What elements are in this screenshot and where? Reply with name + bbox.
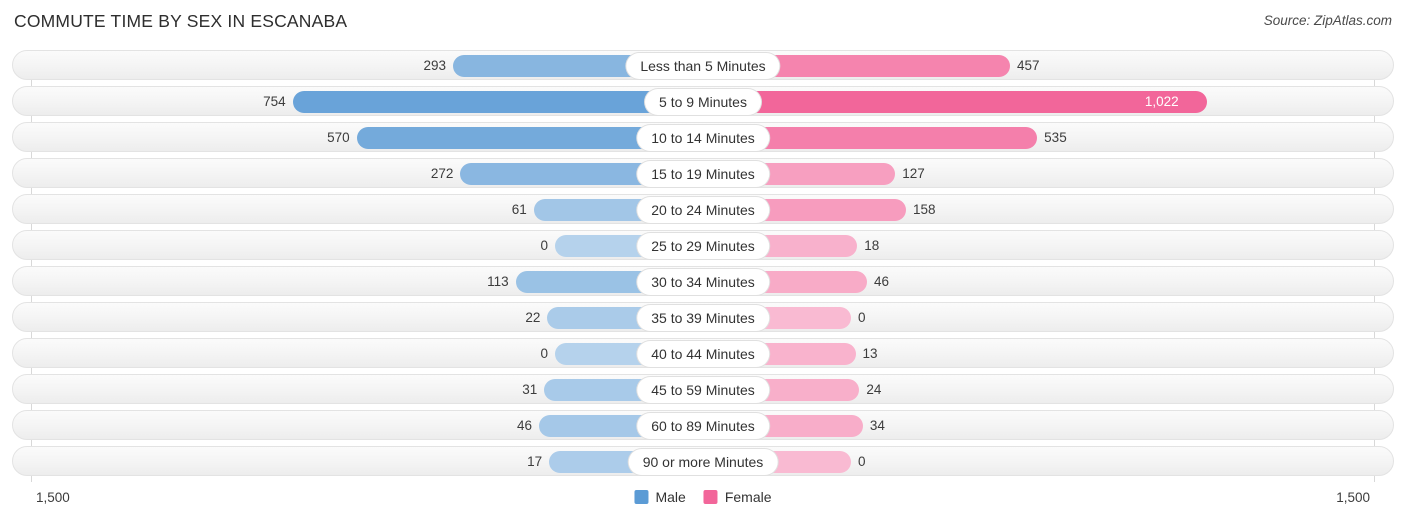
category-label: 30 to 34 Minutes (637, 269, 769, 295)
bar-value-male: 570 (327, 130, 350, 145)
chart-row[interactable]: 0 13 40 to 44 Minutes (12, 338, 1394, 368)
bar-value-female: 1,022 (1144, 94, 1179, 109)
bar-male[interactable] (292, 91, 703, 113)
category-label: 35 to 39 Minutes (637, 305, 769, 331)
bar-value-female: 535 (1044, 130, 1067, 145)
category-label: 60 to 89 Minutes (637, 413, 769, 439)
legend-item-female[interactable]: Female (703, 489, 772, 505)
legend-label-male: Male (655, 489, 686, 505)
chart-plot-area: 293 457 Less than 5 Minutes 754 1,022 5 to 9 … (0, 46, 1406, 486)
bar-value-male: 0 (540, 346, 548, 361)
bar-value-male: 754 (263, 94, 286, 109)
chart-row[interactable]: 61 158 20 to 24 Minutes (12, 194, 1394, 224)
bar-value-male: 17 (527, 454, 543, 469)
category-label: 40 to 44 Minutes (637, 341, 769, 367)
bar-value-female: 0 (858, 310, 866, 325)
bar-value-female: 18 (864, 238, 880, 253)
bar-value-female: 158 (912, 202, 936, 217)
bar-value-male: 0 (540, 238, 548, 253)
legend-label-female: Female (724, 489, 772, 505)
legend-swatch-female-icon (703, 490, 718, 504)
source-attribution: Source: ZipAtlas.com (1263, 13, 1392, 28)
chart-row[interactable]: 0 18 25 to 29 Minutes (12, 230, 1394, 260)
chart-row[interactable]: 46 34 60 to 89 Minutes (12, 410, 1394, 440)
bar-value-female: 0 (858, 454, 866, 469)
category-label: 5 to 9 Minutes (645, 89, 761, 115)
category-label: 15 to 19 Minutes (637, 161, 769, 187)
chart-footer: 1,500 Male Female 1,500 (0, 486, 1406, 523)
chart-header: COMMUTE TIME BY SEX IN ESCANABA Source: … (0, 0, 1406, 46)
category-label: 90 or more Minutes (628, 449, 778, 475)
bar-value-female: 24 (866, 382, 882, 397)
bar-value-female: 127 (902, 166, 925, 181)
chart-row[interactable]: 113 46 30 to 34 Minutes (12, 266, 1394, 296)
category-label: Less than 5 Minutes (626, 53, 780, 79)
bar-value-male: 272 (430, 166, 454, 181)
bar-value-male: 113 (487, 274, 509, 289)
bar-value-male: 31 (522, 382, 538, 397)
category-label: 25 to 29 Minutes (637, 233, 769, 259)
category-label: 20 to 24 Minutes (637, 197, 769, 223)
chart-row[interactable]: 31 24 45 to 59 Minutes (12, 374, 1394, 404)
bar-value-male: 22 (525, 310, 541, 325)
chart-row[interactable]: 293 457 Less than 5 Minutes (12, 50, 1394, 80)
page-title: COMMUTE TIME BY SEX IN ESCANABA (14, 11, 348, 31)
bar-value-female: 13 (862, 346, 878, 361)
bar-value-male: 61 (511, 202, 527, 217)
bar-value-male: 293 (423, 58, 447, 73)
category-label: 10 to 14 Minutes (637, 125, 769, 151)
bar-value-female: 46 (874, 274, 890, 289)
legend-swatch-male-icon (634, 490, 649, 504)
chart-row[interactable]: 22 0 35 to 39 Minutes (12, 302, 1394, 332)
chart-legend: Male Female (634, 489, 772, 505)
bar-value-male: 46 (516, 418, 532, 433)
chart-row[interactable]: 272 127 15 to 19 Minutes (12, 158, 1394, 188)
axis-label-right: 1,500 (1336, 490, 1370, 505)
axis-label-left: 1,500 (36, 490, 70, 505)
legend-item-male[interactable]: Male (634, 489, 686, 505)
chart-row[interactable]: 17 0 90 or more Minutes (12, 446, 1394, 476)
chart-row[interactable]: 754 1,022 5 to 9 Minutes (12, 86, 1394, 116)
chart-row[interactable]: 570 535 10 to 14 Minutes (12, 122, 1394, 152)
category-label: 45 to 59 Minutes (637, 377, 769, 403)
bar-value-female: 34 (869, 418, 885, 433)
bar-value-female: 457 (1017, 58, 1040, 73)
